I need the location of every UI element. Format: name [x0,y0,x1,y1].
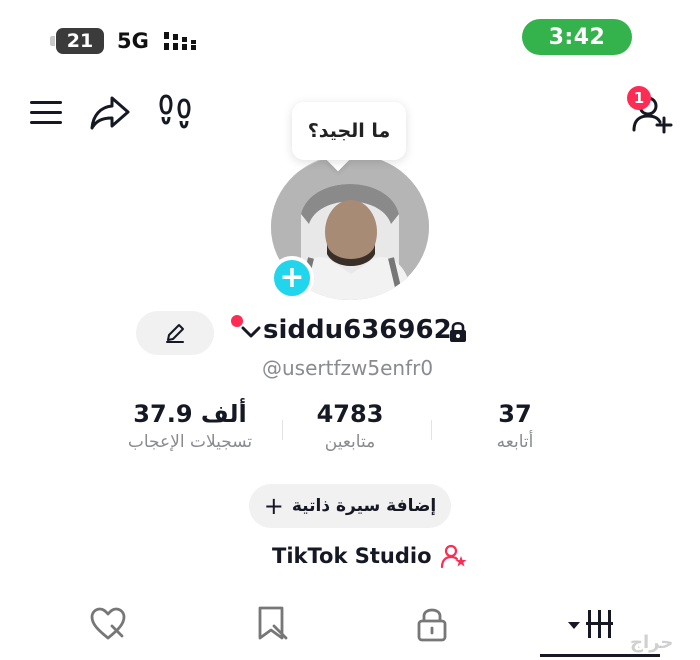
followers-label: متابعين [324,432,376,452]
followers-stat[interactable]: 4783 متابعين [290,400,410,452]
username[interactable]: siddu636962 [263,315,452,345]
chevron-down-icon[interactable] [240,322,262,342]
likes-count: 37.9 ألف [133,400,247,428]
active-tab-indicator [540,654,660,657]
footprint-icon[interactable] [156,92,196,132]
studio-label: TikTok Studio [272,544,432,568]
add-photo-button[interactable]: + [270,256,314,300]
user-handle: @usertfzw5enfr0 [262,356,434,380]
battery-cap [50,36,55,46]
likes-stat[interactable]: 37.9 ألف تسجيلات الإعجاب [110,400,270,452]
menu-icon[interactable] [28,96,64,130]
clock-pill[interactable]: 3:42 [522,19,632,55]
stat-divider [282,420,283,440]
edit-pencil-icon [166,324,184,343]
add-bio-button[interactable]: + إضافة سيرة ذاتية [249,484,451,528]
watermark: حراج [630,632,674,653]
following-count: 37 [498,400,532,428]
favorites-icon[interactable] [252,604,292,644]
network-type: 5G [117,29,149,53]
tiktok-studio-link[interactable]: TikTok Studio [272,543,468,569]
lock-icon [450,321,466,342]
plus-icon: + [263,492,284,520]
liked-heart-icon[interactable] [88,604,128,644]
status-bubble[interactable]: ما الجيد؟ [292,102,406,160]
signal-icon [164,32,196,50]
private-lock-icon[interactable] [412,604,452,644]
followers-count: 4783 [316,400,384,428]
likes-label: تسجيلات الإعجاب [127,432,253,452]
videos-grid-icon[interactable] [566,604,622,644]
battery-indicator: 21 [56,28,104,54]
stat-divider [431,420,432,440]
add-bio-label: إضافة سيرة ذاتية [291,496,437,516]
following-label: أتابعه [496,432,534,452]
share-icon[interactable] [88,92,132,132]
edit-profile-button[interactable] [136,311,214,355]
studio-person-icon [440,544,466,569]
following-stat[interactable]: 37 أتابعه [470,400,560,452]
notification-badge: 1 [627,86,651,110]
